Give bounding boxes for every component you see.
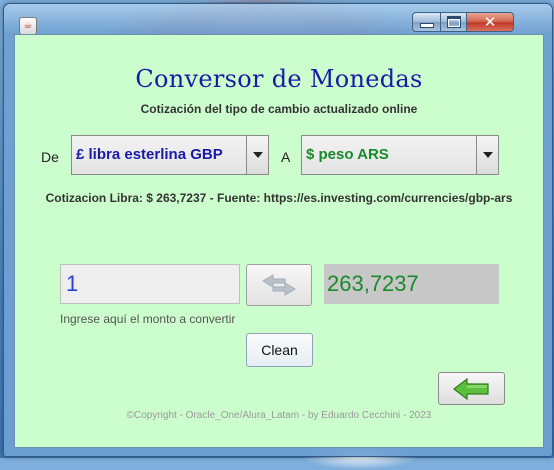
clean-button[interactable]: Clean	[246, 333, 313, 367]
copyright-footer: ©Copyright - Oracle_One/Alura_Latam - by…	[126, 410, 432, 421]
back-arrow-icon	[452, 377, 489, 400]
to-dropdown-button[interactable]	[476, 136, 498, 174]
java-cup-icon[interactable]: ☕	[19, 17, 37, 35]
swap-button[interactable]	[246, 264, 312, 306]
from-dropdown-button[interactable]	[246, 136, 268, 174]
back-button[interactable]	[438, 372, 505, 405]
to-currency-select[interactable]: $ peso ARS	[301, 135, 499, 175]
amount-input[interactable]	[60, 264, 240, 304]
minimize-button[interactable]	[412, 12, 441, 32]
from-currency-value: £ libra esterlina GBP	[76, 146, 223, 163]
exchange-rate-info: Cotizacion Libra: $ 263,7237 - Fuente: h…	[45, 191, 513, 205]
result-display: 263,7237	[324, 264, 499, 304]
chevron-down-icon	[252, 152, 263, 158]
chevron-down-icon	[482, 152, 493, 158]
maximize-button[interactable]	[440, 12, 467, 32]
close-icon: ✕	[483, 13, 497, 31]
amount-hint: Ingrese aquí el monto a convertir	[60, 312, 236, 326]
converter-panel: Conversor de Monedas Cotización del tipo…	[14, 34, 544, 448]
from-currency-select[interactable]: £ libra esterlina GBP	[71, 135, 269, 175]
to-label: A	[281, 149, 291, 165]
minimize-icon	[419, 23, 434, 28]
from-label: De	[41, 149, 59, 165]
close-button[interactable]: ✕	[466, 12, 514, 32]
app-window: ☕ ✕ Conversor de Monedas Cotización del …	[3, 3, 553, 457]
page-subtitle: Cotización del tipo de cambio actualizad…	[140, 102, 418, 116]
page-title: Conversor de Monedas	[135, 65, 423, 93]
swap-arrows-icon	[262, 274, 296, 296]
maximize-icon	[446, 16, 461, 28]
title-bar[interactable]: ☕ ✕	[4, 4, 552, 38]
to-currency-value: $ peso ARS	[306, 146, 389, 163]
